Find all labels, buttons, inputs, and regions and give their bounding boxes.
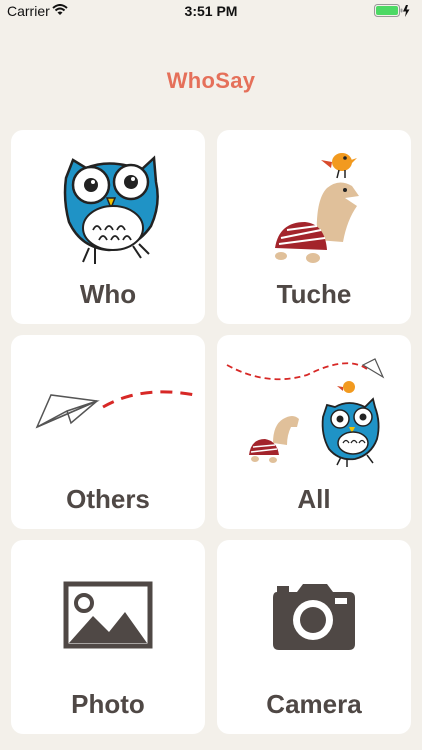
clock: 3:51 PM bbox=[184, 3, 238, 19]
status-bar: Carrier 3:51 PM bbox=[0, 0, 422, 24]
who-label: Who bbox=[79, 279, 137, 309]
tuche-tile[interactable]: Tuche bbox=[217, 130, 411, 324]
tuche-label: Tuche bbox=[276, 279, 352, 309]
who-tile[interactable]: Who bbox=[11, 130, 205, 324]
camera-tile[interactable]: Camera bbox=[217, 540, 411, 734]
app-title: WhoSay bbox=[166, 68, 256, 93]
all-tile[interactable]: All bbox=[217, 335, 411, 529]
photo-label: Photo bbox=[71, 689, 145, 719]
others-label: Others bbox=[66, 484, 150, 514]
all-label: All bbox=[297, 484, 331, 514]
photo-tile[interactable]: Photo bbox=[11, 540, 205, 734]
battery-icon bbox=[374, 4, 410, 17]
camera-label: Camera bbox=[266, 689, 362, 719]
others-tile[interactable]: Others bbox=[11, 335, 205, 529]
